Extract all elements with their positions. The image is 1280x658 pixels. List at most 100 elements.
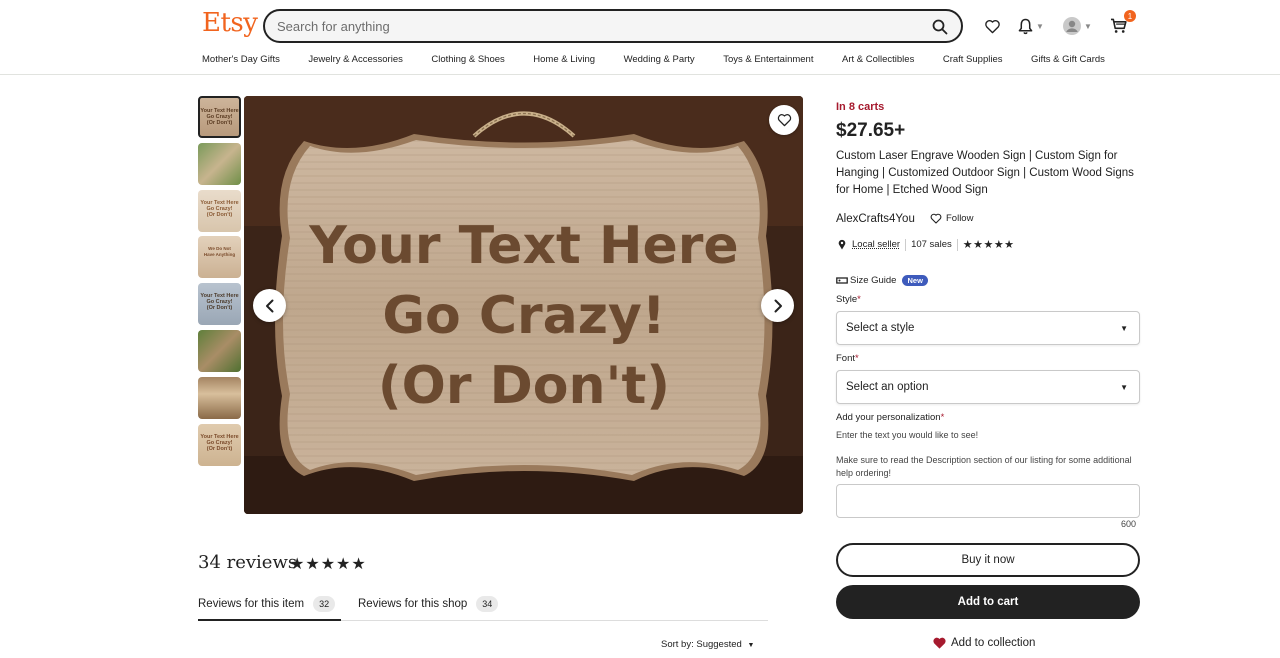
sort-dropdown[interactable]: Sort by: Suggested ▼	[661, 639, 754, 650]
style-select[interactable]: Select a style ▼	[836, 311, 1140, 345]
tab-reviews-shop[interactable]: Reviews for this shop 34	[358, 596, 499, 612]
thumbnail-2[interactable]	[198, 142, 241, 185]
chevron-right-icon	[774, 299, 782, 312]
avatar-icon	[1063, 17, 1081, 35]
category-link[interactable]: Craft Supplies	[943, 54, 1003, 65]
product-title: Custom Laser Engrave Wooden Sign | Custo…	[836, 150, 1134, 196]
category-nav: Mother's Day Gifts Jewelry & Accessories…	[202, 54, 1133, 65]
add-to-cart-button[interactable]: Add to cart	[836, 585, 1140, 619]
required-mark: *	[855, 353, 859, 364]
category-link[interactable]: Home & Living	[533, 54, 595, 65]
reviews-heading: 34 reviews	[198, 552, 298, 573]
next-image-button[interactable]	[761, 289, 794, 322]
cart-count-badge: 1	[1124, 10, 1136, 22]
select-value: Select an option	[846, 381, 929, 393]
divider	[905, 238, 907, 251]
product-main-image: Your Text Here Go Crazy! (Or Don't)	[244, 96, 803, 514]
thumbnail-7[interactable]	[198, 376, 241, 419]
tab-label: Reviews for this item	[198, 598, 305, 610]
personalization-note: Make sure to read the Description sectio…	[836, 455, 1132, 478]
character-counter: 600	[1121, 519, 1137, 529]
sales-count: 107 sales	[911, 239, 952, 250]
category-link[interactable]: Wedding & Party	[624, 54, 695, 65]
local-seller-link[interactable]: Local seller	[852, 239, 900, 250]
shop-rating-stars[interactable]: ★★★★★	[963, 238, 1015, 251]
follow-shop-button[interactable]: Follow	[930, 213, 973, 224]
search-icon	[932, 19, 948, 35]
font-field-label: Font*	[836, 353, 859, 364]
add-to-collection-button[interactable]: Add to collection	[932, 636, 1035, 650]
heart-icon	[930, 213, 942, 224]
category-link[interactable]: Jewelry & Accessories	[308, 54, 403, 65]
personalization-hint: Enter the text you would like to see!	[836, 430, 979, 440]
category-link[interactable]: Toys & Entertainment	[723, 54, 813, 65]
product-price: $27.65+	[836, 120, 906, 141]
divider	[956, 238, 958, 251]
search-button[interactable]	[929, 16, 951, 38]
account-button[interactable]: ▼	[1063, 14, 1092, 38]
previous-image-button[interactable]	[253, 289, 286, 322]
label-text: Style	[836, 294, 858, 305]
font-select[interactable]: Select an option ▼	[836, 370, 1140, 404]
thumbnail-3[interactable]: Your Text Here Go Crazy! (Or Don't)	[198, 189, 241, 232]
heart-icon	[985, 19, 1000, 33]
tab-reviews-item[interactable]: Reviews for this item 32	[198, 596, 336, 612]
sign-text-line-1: Your Text Here	[308, 216, 738, 276]
active-tab-indicator	[198, 619, 341, 621]
sign-text-line-2: Go Crazy!	[382, 286, 665, 346]
caret-down-icon: ▼	[1120, 324, 1128, 333]
required-mark: *	[940, 412, 945, 423]
chevron-down-icon: ▼	[1084, 21, 1092, 31]
caret-down-icon: ▼	[1120, 383, 1128, 392]
reviews-rating-stars: ★★★★★	[290, 556, 367, 573]
location-pin-icon	[838, 239, 846, 250]
category-link[interactable]: Art & Collectibles	[842, 54, 914, 65]
thumbnail-6[interactable]	[198, 329, 241, 372]
caret-down-icon: ▼	[747, 642, 755, 649]
search-input[interactable]	[277, 16, 917, 36]
favorite-button[interactable]	[769, 105, 799, 135]
wooden-sign-image: Your Text Here Go Crazy! (Or Don't)	[244, 96, 803, 514]
favorites-button[interactable]	[984, 14, 1001, 38]
thumbnail-1[interactable]: Your Text Here Go Crazy! (Or Don't)	[198, 96, 241, 138]
bell-icon	[1018, 18, 1033, 34]
seller-info-row: Local seller 107 sales ★★★★★	[838, 238, 1015, 251]
sign-text-line-3: (Or Don't)	[378, 356, 670, 416]
chevron-down-icon: ▼	[1036, 21, 1044, 31]
in-carts-notice: In 8 carts	[836, 101, 885, 113]
cart-button[interactable]: 1	[1110, 10, 1136, 38]
heart-filled-icon	[933, 637, 946, 649]
ruler-icon	[836, 277, 848, 284]
tab-label: Reviews for this shop	[358, 598, 468, 610]
label-text: Font	[836, 353, 856, 364]
personalization-label: Add your personalization*	[836, 412, 944, 423]
thumbnail-5[interactable]: Your Text Here Go Crazy! (Or Don't)	[198, 283, 241, 326]
style-field-label: Style*	[836, 294, 861, 305]
site-header: Etsy ▼ ▼	[0, 0, 1280, 75]
heart-icon	[777, 114, 791, 127]
cart-icon	[1110, 18, 1127, 33]
category-link[interactable]: Mother's Day Gifts	[202, 54, 280, 65]
new-badge: New	[902, 275, 928, 286]
etsy-logo[interactable]: Etsy	[202, 8, 258, 38]
search-bar	[263, 9, 963, 43]
follow-label: Follow	[946, 213, 974, 224]
buy-now-button[interactable]: Buy it now	[836, 543, 1140, 577]
thumbnail-4[interactable]: We Do Not Have Anything	[198, 236, 241, 279]
category-link[interactable]: Clothing & Shoes	[431, 54, 504, 65]
category-link[interactable]: Gifts & Gift Cards	[1031, 54, 1105, 65]
sort-label: Sort by: Suggested	[661, 639, 742, 650]
notifications-button[interactable]: ▼	[1018, 14, 1044, 38]
required-mark: *	[857, 294, 861, 305]
chevron-left-icon	[265, 299, 273, 312]
thumbnail-strip: Your Text Here Go Crazy! (Or Don't) Your T…	[198, 96, 241, 470]
count-badge: 32	[313, 596, 336, 612]
size-guide-link[interactable]: Size Guide New	[836, 275, 928, 286]
personalization-textarea[interactable]	[836, 484, 1140, 518]
thumbnail-8[interactable]: Your Text Here Go Crazy! (Or Don't)	[198, 423, 241, 466]
shop-name-link[interactable]: AlexCrafts4You	[836, 213, 915, 225]
add-to-collection-label: Add to collection	[951, 637, 1036, 649]
label-text: Add your personalization	[836, 412, 941, 423]
select-value: Select a style	[846, 322, 915, 334]
size-guide-label: Size Guide	[850, 275, 897, 286]
